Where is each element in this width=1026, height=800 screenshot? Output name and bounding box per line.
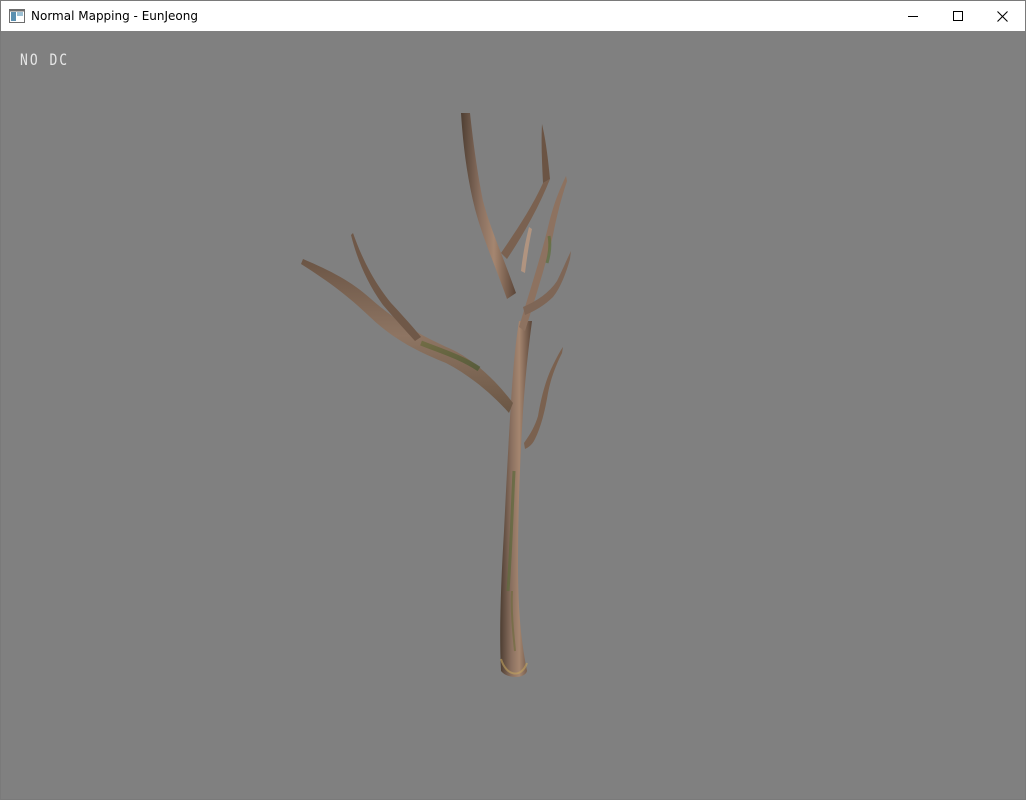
render-viewport[interactable]: NO DC [1, 31, 1025, 799]
window-title: Normal Mapping - EunJeong [31, 9, 198, 23]
maximize-button[interactable] [935, 1, 980, 31]
window-controls [890, 1, 1025, 31]
window-app-icon[interactable] [9, 8, 25, 24]
maximize-icon [952, 11, 963, 21]
close-button[interactable] [980, 1, 1025, 31]
close-icon [997, 10, 1008, 22]
minimize-icon [907, 16, 918, 17]
app-window: Normal Mapping - EunJeong NO DC [0, 0, 1026, 800]
minimize-button[interactable] [890, 1, 935, 31]
dead-tree-model [301, 113, 571, 677]
title-bar[interactable]: Normal Mapping - EunJeong [1, 1, 1025, 31]
